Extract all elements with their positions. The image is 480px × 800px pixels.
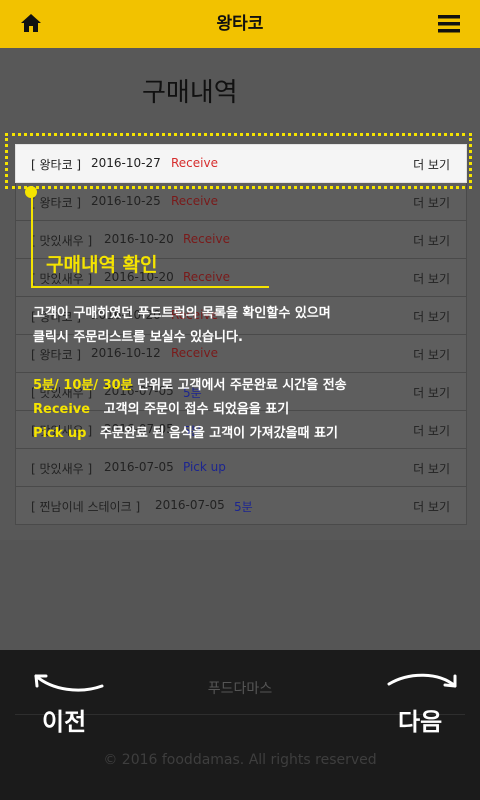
prev-button[interactable]: 이전 xyxy=(42,702,86,737)
order-date: 2016-07-05 xyxy=(155,498,225,512)
order-status: Receive xyxy=(171,194,218,208)
more-link[interactable]: 더 보기 xyxy=(413,194,450,211)
order-date: 2016-10-25 xyxy=(91,194,161,208)
order-status: Pick up xyxy=(183,460,226,474)
order-date: 2016-10-20 xyxy=(104,232,174,246)
order-status: Receive xyxy=(183,270,230,284)
annotation-line: 클릭시 주문리스트를 보실수 있습니다. xyxy=(33,330,243,345)
highlight-box xyxy=(5,133,472,189)
pointer-line xyxy=(31,192,33,288)
order-store: [ 맛있새우 ] xyxy=(31,462,93,476)
legend-desc: 주문완료 된 음식을 고객이 가져갔을때 표기 xyxy=(86,426,338,441)
footer: 푸드다마스 © 2016 fooddamas. All rights reser… xyxy=(0,650,480,800)
order-store: [ 찐남이네 스테이크 ] xyxy=(31,500,141,514)
legend-key: 5분/ 10분/ 30분 xyxy=(33,378,133,393)
app-title: 왕타코 xyxy=(216,14,264,34)
order-row[interactable]: [ 맛있새우 ] 2016-07-05 Pick up 더 보기 xyxy=(15,448,467,487)
legend-desc: 고객의 주문이 접수 되었음을 표기 xyxy=(90,402,290,417)
order-store: [ 왕타코 ] xyxy=(31,348,82,362)
next-arrow-icon[interactable] xyxy=(385,668,461,696)
annotation-legend-item: 5분/ 10분/ 30분 단위로 고객에서 주문완료 시간을 전송 xyxy=(33,374,347,393)
prev-arrow-icon[interactable] xyxy=(30,670,106,696)
annotation-legend-item: Receive 고객의 주문이 접수 되었음을 표기 xyxy=(33,398,289,417)
spacer-band xyxy=(0,540,480,650)
page-title: 구매내역 xyxy=(142,78,238,108)
annotation-title: 구매내역 확인 xyxy=(46,254,158,276)
more-link[interactable]: 더 보기 xyxy=(413,384,450,401)
legend-key: Pick up xyxy=(33,426,87,441)
copyright-text: © 2016 fooddamas. All rights reserved xyxy=(103,752,377,768)
pointer-underline xyxy=(31,286,269,288)
order-store: [ 맛있새우 ] xyxy=(31,234,93,248)
more-link[interactable]: 더 보기 xyxy=(413,460,450,477)
order-store: [ 왕타코 ] xyxy=(31,196,82,210)
pointer-dot xyxy=(25,186,37,198)
more-link[interactable]: 더 보기 xyxy=(413,308,450,325)
order-status: Receive xyxy=(171,346,218,360)
more-link[interactable]: 더 보기 xyxy=(413,422,450,439)
order-row[interactable]: [ 찐남이네 스테이크 ] 2016-07-05 5분 더 보기 xyxy=(15,486,467,525)
legend-key: Receive xyxy=(33,402,91,417)
hamburger-menu-icon[interactable] xyxy=(438,15,460,33)
annotation-line: 고객이 구매하였던 푸드트럭의 목록을 확인할수 있으며 xyxy=(33,306,331,321)
more-link[interactable]: 더 보기 xyxy=(413,270,450,287)
annotation-legend-item: Pick up 주문완료 된 음식을 고객이 가져갔을때 표기 xyxy=(33,422,338,441)
more-link[interactable]: 더 보기 xyxy=(413,346,450,363)
order-status: 5분 xyxy=(234,500,253,514)
next-button[interactable]: 다음 xyxy=(398,702,442,737)
order-date: 2016-10-12 xyxy=(91,346,161,360)
legend-desc: 단위로 고객에서 주문완료 시간을 전송 xyxy=(132,378,347,393)
order-status: Receive xyxy=(183,232,230,246)
app-header: 왕타코 xyxy=(0,0,480,48)
order-date: 2016-07-05 xyxy=(104,460,174,474)
more-link[interactable]: 더 보기 xyxy=(413,498,450,515)
more-link[interactable]: 더 보기 xyxy=(413,232,450,249)
